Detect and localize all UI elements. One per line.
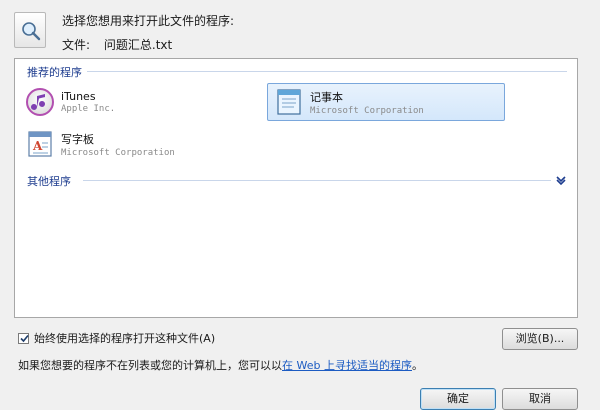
program-item-wordpad[interactable]: A 写字板 Microsoft Corporation	[25, 127, 245, 161]
program-name: 记事本	[310, 90, 343, 104]
web-suffix: 。	[411, 359, 423, 372]
always-use-label: 始终使用选择的程序打开这种文件(A)	[34, 332, 216, 345]
wordpad-icon: A	[25, 129, 55, 159]
program-publisher: Microsoft Corporation	[61, 147, 175, 158]
program-publisher: Microsoft Corporation	[310, 105, 424, 116]
web-search-link[interactable]: 在 Web 上寻找适当的程序	[282, 359, 412, 372]
recommended-divider	[87, 71, 567, 72]
program-list[interactable]: 推荐的程序 iTunes Apple Inc. 记事本 Microsoft Co…	[14, 58, 578, 318]
program-item-notepad[interactable]: 记事本 Microsoft Corporation	[267, 83, 505, 121]
other-group-header[interactable]: 其他程序	[27, 173, 71, 189]
always-use-checkbox[interactable]	[18, 332, 29, 344]
program-item-itunes[interactable]: iTunes Apple Inc.	[25, 85, 245, 119]
other-divider	[83, 180, 551, 181]
file-info: 文件: 问题汇总.txt	[62, 36, 172, 53]
file-name: 问题汇总.txt	[103, 38, 173, 52]
ok-button[interactable]: 确定	[420, 388, 496, 410]
svg-text:A: A	[32, 139, 43, 153]
program-publisher: Apple Inc.	[61, 104, 116, 114]
chevron-down-icon[interactable]	[555, 174, 567, 186]
browse-button[interactable]: 浏览(B)...	[502, 328, 578, 350]
program-name: iTunes	[61, 90, 96, 103]
program-name: 写字板	[61, 132, 94, 146]
cancel-button[interactable]: 取消	[502, 388, 578, 410]
itunes-icon	[25, 87, 55, 117]
dialog-prompt: 选择您想用来打开此文件的程序:	[62, 14, 235, 28]
recommended-group-header: 推荐的程序	[27, 66, 82, 79]
always-use-option[interactable]: 始终使用选择的程序打开这种文件(A)	[18, 330, 215, 346]
other-group-label: 其他程序	[27, 175, 71, 188]
file-label: 文件:	[62, 38, 91, 52]
search-document-icon	[14, 12, 46, 48]
open-with-dialog: 选择您想用来打开此文件的程序: 文件: 问题汇总.txt 推荐的程序 iTune…	[0, 0, 600, 410]
web-prefix: 如果您想要的程序不在列表或您的计算机上，您可以以	[18, 359, 282, 372]
web-search-text: 如果您想要的程序不在列表或您的计算机上，您可以以在 Web 上寻找适当的程序。	[18, 357, 423, 373]
notepad-icon	[274, 87, 304, 117]
